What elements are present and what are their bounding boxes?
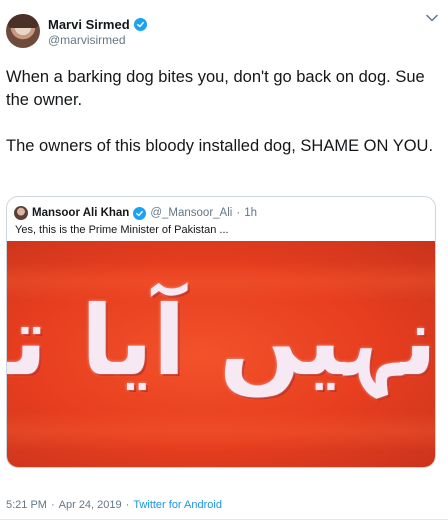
author-line: Marvi Sirmed xyxy=(48,16,147,32)
tweet-date[interactable]: Apr 24, 2019 xyxy=(59,499,122,511)
tweet-text: When a barking dog bites you, don't go b… xyxy=(6,66,438,158)
tweet-card: Marvi Sirmed @marvisirmed When a barking… xyxy=(0,0,448,522)
quoted-tweet-text: Yes, this is the Prime Minister of Pakis… xyxy=(15,224,229,236)
quoted-tweet-image[interactable]: نہیں آیا تھا xyxy=(7,241,436,467)
divider xyxy=(0,519,448,520)
quoted-author-handle: @_Mansoor_Ali xyxy=(150,207,233,219)
author-avatar[interactable] xyxy=(6,14,40,48)
tweet-time[interactable]: 5:21 PM xyxy=(6,499,47,511)
chevron-down-icon[interactable] xyxy=(425,12,439,24)
tweet-paragraph-2: The owners of this bloody installed dog,… xyxy=(6,137,434,155)
quoted-tweet[interactable]: Mansoor Ali Khan @_Mansoor_Ali · 1h Yes,… xyxy=(6,196,436,468)
tweet-source-link[interactable]: Twitter for Android xyxy=(133,499,222,511)
quoted-separator: · xyxy=(236,207,241,219)
quoted-tweet-header: Mansoor Ali Khan @_Mansoor_Ali · 1h xyxy=(14,205,257,221)
image-texture xyxy=(7,411,435,451)
avatar-hair xyxy=(8,14,38,28)
tweet-paragraph-1: When a barking dog bites you, don't go b… xyxy=(6,68,425,109)
image-urdu-text: نہیں آیا تھا xyxy=(7,285,436,397)
quoted-timestamp: 1h xyxy=(244,207,257,219)
author-handle[interactable]: @marvisirmed xyxy=(48,33,126,47)
footer-separator: · xyxy=(125,499,130,511)
tweet-footer: 5:21 PM · Apr 24, 2019 · Twitter for And… xyxy=(6,499,222,511)
quoted-author-name: Mansoor Ali Khan xyxy=(32,207,130,219)
verified-badge-icon xyxy=(133,17,147,31)
footer-separator: · xyxy=(50,499,55,511)
quoted-author-avatar xyxy=(14,206,28,220)
author-display-name[interactable]: Marvi Sirmed xyxy=(48,17,130,32)
verified-badge-icon xyxy=(133,206,147,220)
